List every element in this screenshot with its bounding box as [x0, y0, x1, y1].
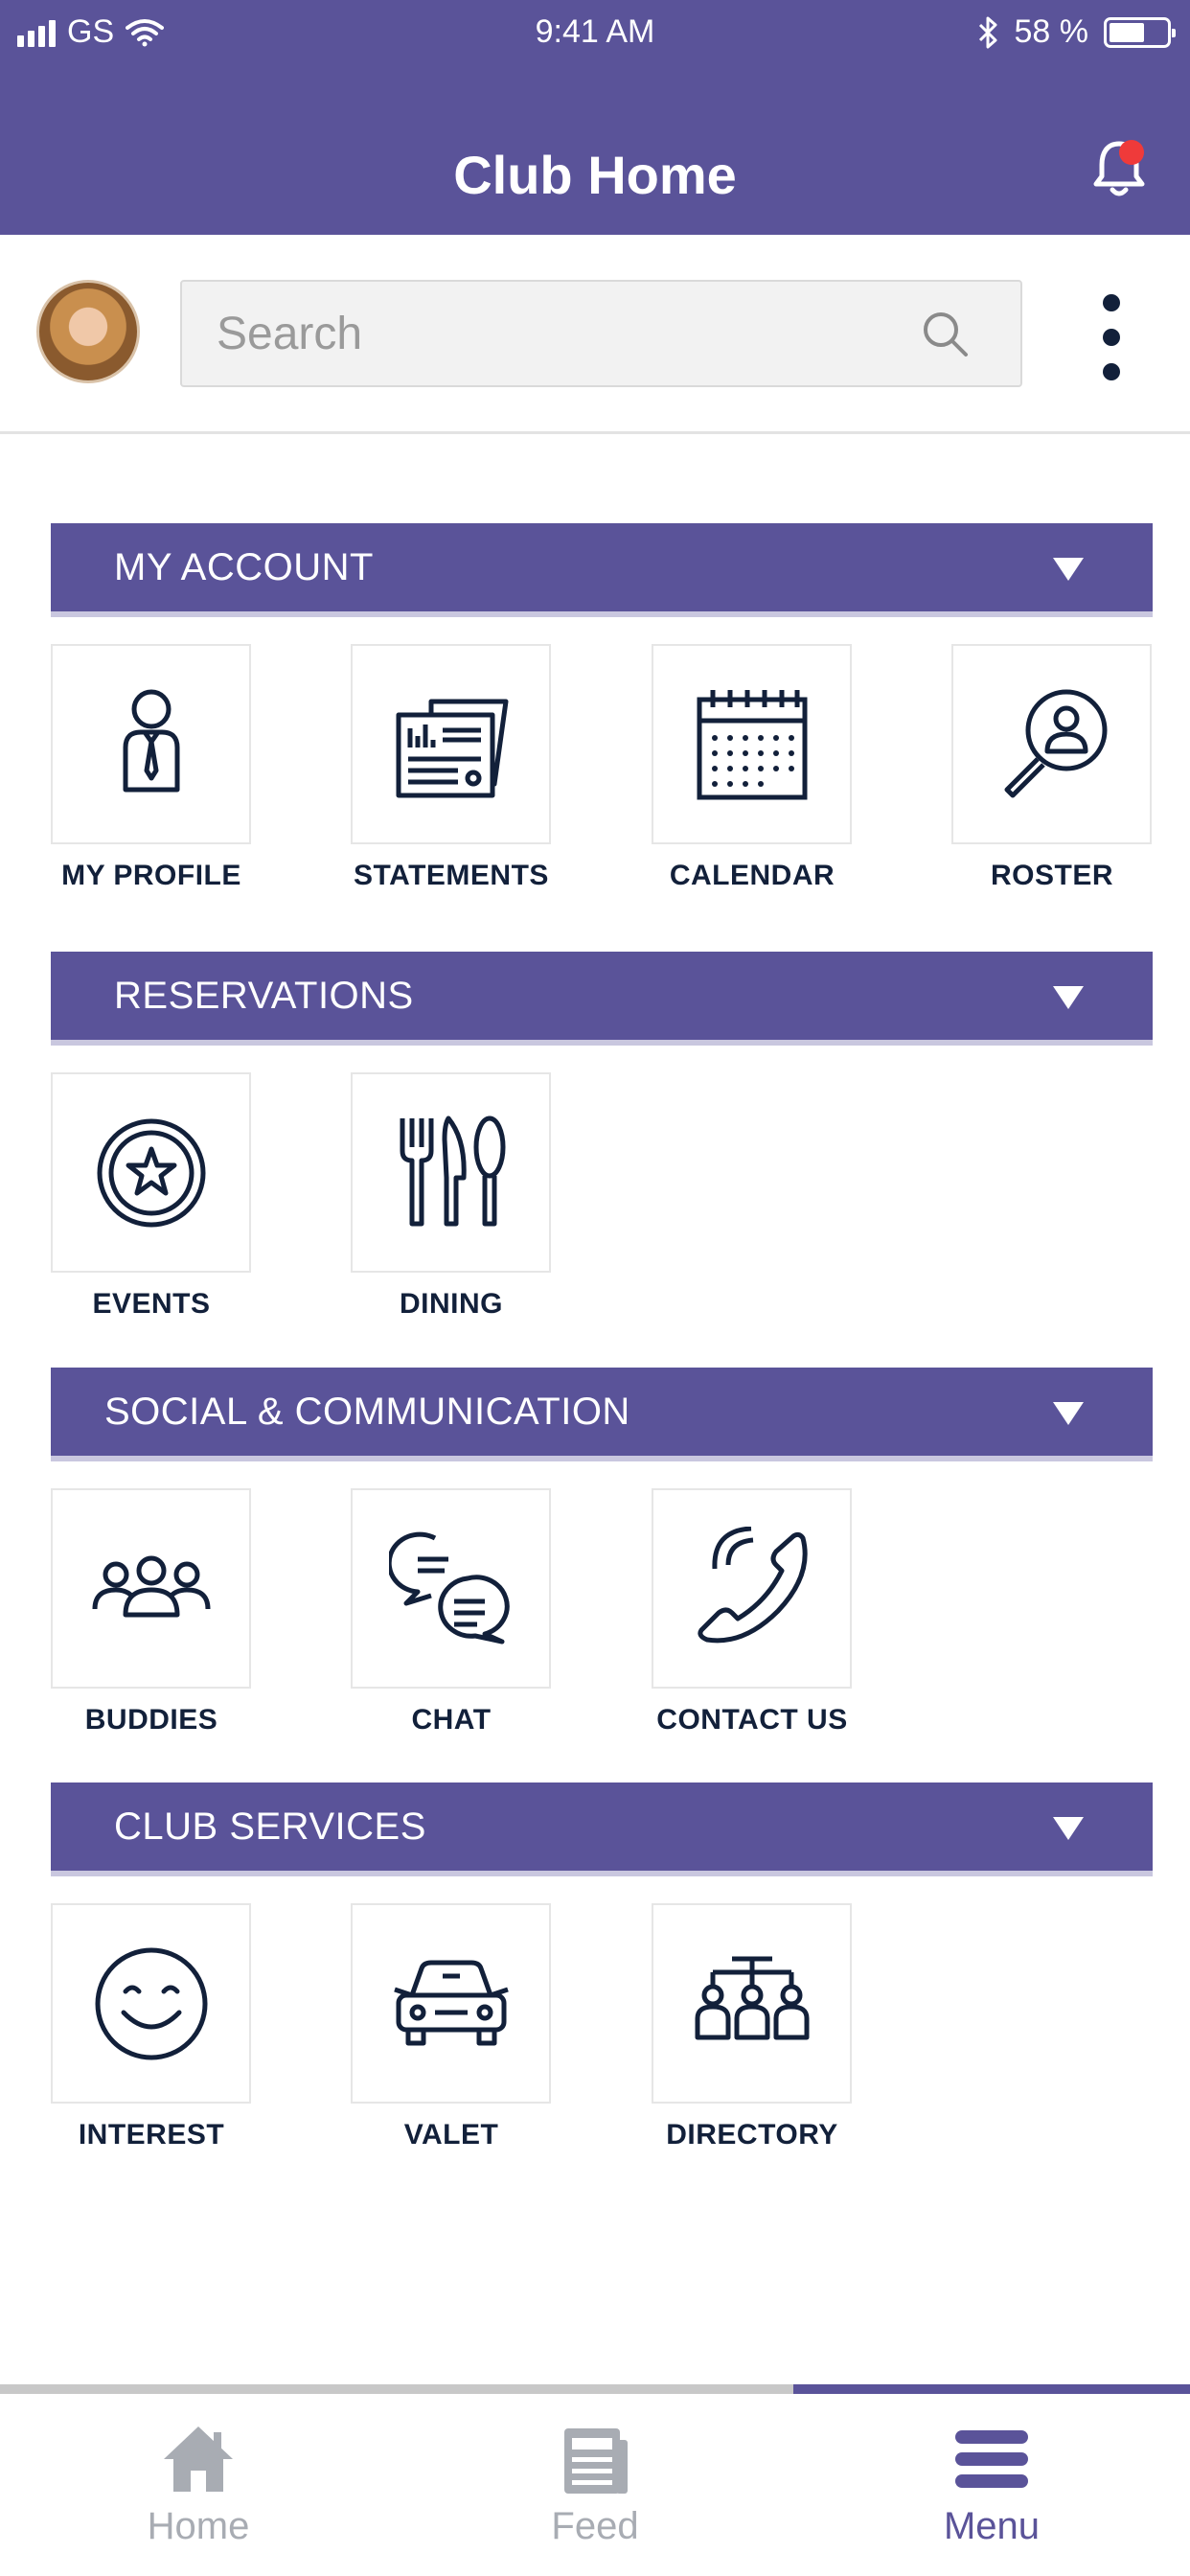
tab-label: Feed — [551, 2505, 639, 2547]
page-title: Club Home — [453, 145, 737, 205]
bluetooth-icon — [978, 16, 996, 48]
section-title: MY ACCOUNT — [114, 546, 374, 588]
caret-down-icon — [1053, 986, 1084, 1009]
tile-label: EVENTS — [92, 1288, 211, 1320]
chat-icon — [388, 1531, 510, 1644]
battery-icon — [1104, 16, 1176, 48]
section-header-my-account[interactable]: MY ACCOUNT — [51, 523, 1153, 611]
tile-label: DINING — [400, 1288, 503, 1320]
tile-label: DIRECTORY — [666, 2119, 838, 2150]
tab-menu[interactable]: Menu — [793, 2421, 1190, 2555]
more-options-icon[interactable] — [1092, 294, 1131, 380]
caret-down-icon — [1053, 1817, 1084, 1840]
events-icon — [97, 1118, 205, 1227]
tile-label: MY PROFILE — [61, 860, 241, 891]
dining-icon — [400, 1116, 505, 1226]
tile-statements[interactable] — [351, 644, 551, 844]
car-icon — [393, 1960, 509, 2045]
tile-contact-us[interactable] — [652, 1488, 852, 1689]
tile-label: CHAT — [411, 1704, 492, 1736]
tile-events[interactable] — [51, 1072, 251, 1273]
tile-label: VALET — [403, 2119, 499, 2150]
tile-interest[interactable] — [51, 1903, 251, 2104]
profile-icon — [123, 689, 179, 792]
bottom-tab-bar: Home Feed Menu — [0, 2384, 1190, 2576]
status-bar: GS 9:41 AM 58 % — [0, 0, 1190, 67]
app-header: GS 9:41 AM 58 % Club Home — [0, 0, 1190, 235]
section-header-club-services[interactable]: CLUB SERVICES — [51, 1782, 1153, 1871]
tile-buddies[interactable] — [51, 1488, 251, 1689]
tile-dining[interactable] — [351, 1072, 551, 1273]
directory-icon — [695, 1956, 809, 2039]
tile-chat[interactable] — [351, 1488, 551, 1689]
section-header-social[interactable]: SOCIAL & COMMUNICATION — [51, 1368, 1153, 1456]
search-icon[interactable] — [920, 309, 972, 360]
calendar-icon — [697, 689, 807, 799]
tile-my-profile[interactable] — [51, 644, 251, 844]
tile-label: STATEMENTS — [354, 860, 549, 891]
search-bar-row — [0, 235, 1190, 434]
roster-icon — [1004, 689, 1107, 797]
smiley-icon — [95, 1947, 207, 2059]
battery-percent: 58 % — [1014, 13, 1089, 50]
search-input[interactable] — [182, 282, 929, 385]
section-title: RESERVATIONS — [114, 975, 414, 1017]
section-title: SOCIAL & COMMUNICATION — [104, 1391, 630, 1433]
tile-roster[interactable] — [951, 644, 1152, 844]
tile-valet[interactable] — [351, 1903, 551, 2104]
tab-feed[interactable]: Feed — [397, 2421, 793, 2555]
section-header-reservations[interactable]: RESERVATIONS — [51, 952, 1153, 1040]
menu-icon — [955, 2430, 1028, 2488]
tab-label: Menu — [943, 2505, 1041, 2547]
active-tab-indicator — [793, 2384, 1190, 2394]
avatar[interactable] — [36, 280, 140, 383]
tab-home[interactable]: Home — [0, 2421, 397, 2555]
caret-down-icon — [1053, 558, 1084, 581]
caret-down-icon — [1053, 1402, 1084, 1425]
search-field[interactable] — [180, 280, 1022, 387]
tile-calendar[interactable] — [652, 644, 852, 844]
tile-label: BUDDIES — [84, 1704, 218, 1736]
statements-icon — [396, 699, 508, 797]
tile-label: CONTACT US — [656, 1704, 848, 1736]
phone-icon — [697, 1526, 808, 1643]
notification-badge — [1119, 140, 1144, 165]
tile-label: ROSTER — [990, 860, 1113, 891]
buddies-icon — [92, 1555, 210, 1617]
tile-directory[interactable] — [652, 1903, 852, 2104]
tile-label: CALENDAR — [669, 860, 835, 891]
tab-label: Home — [147, 2505, 250, 2547]
feed-icon — [564, 2428, 628, 2494]
home-icon — [164, 2426, 233, 2492]
tile-label: INTEREST — [78, 2119, 225, 2150]
section-title: CLUB SERVICES — [114, 1806, 426, 1848]
